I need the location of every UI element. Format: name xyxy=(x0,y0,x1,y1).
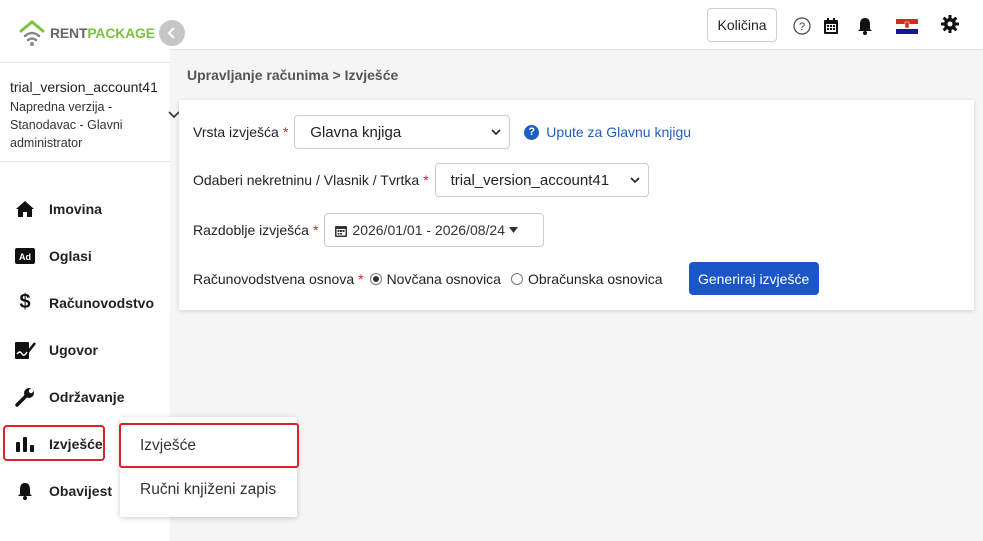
accounting-basis-row: Računovodstvena osnova * Novčana osnovic… xyxy=(193,262,819,295)
required-mark: * xyxy=(423,172,429,188)
caret-down-icon xyxy=(508,227,518,233)
property-label: Odaberi nekretninu / Vlasnik / Tvrtka xyxy=(193,172,420,188)
required-mark: * xyxy=(282,124,289,140)
help-link[interactable]: ? Upute za Glavnu knjigu xyxy=(524,124,691,140)
chevron-left-icon xyxy=(167,27,175,39)
period-label: Razdoblje izvješća xyxy=(193,222,309,238)
account-name: trial_version_account41 xyxy=(10,79,158,95)
bell-icon[interactable] xyxy=(856,17,874,35)
question-circle-icon: ? xyxy=(524,124,540,140)
property-select[interactable]: trial_version_account41 xyxy=(434,163,649,197)
report-type-value: Glavna knjiga xyxy=(310,123,402,141)
required-mark: * xyxy=(358,270,364,287)
sidebar-item-label: Imovina xyxy=(49,200,102,217)
quantity-button[interactable]: Količina xyxy=(707,8,777,42)
bar-chart-icon xyxy=(14,433,36,455)
generate-report-button[interactable]: Generiraj izvješće xyxy=(688,262,819,295)
croatian-flag-icon[interactable] xyxy=(896,17,918,35)
dollar-icon: $ xyxy=(19,291,31,313)
accrual-basis-label[interactable]: Obračunska osnovica xyxy=(528,271,663,287)
sidebar-item-label: Izvješće xyxy=(49,435,103,452)
sidebar-item-imovina[interactable]: Imovina xyxy=(0,185,170,232)
cash-basis-radio[interactable] xyxy=(369,272,382,285)
report-submenu: Izvješće Ručni knjiženi zapis xyxy=(119,417,299,517)
brand-part2: PACKAGE xyxy=(87,25,155,41)
accrual-basis-radio[interactable] xyxy=(510,272,523,285)
period-value: 2026/01/01 - 2026/08/24 xyxy=(352,222,505,238)
basis-label: Računovodstvena osnova xyxy=(193,270,355,287)
svg-text:?: ? xyxy=(799,21,805,33)
chevron-down-icon xyxy=(630,177,640,184)
home-icon xyxy=(14,198,36,220)
help-link-text: Upute za Glavnu knjigu xyxy=(546,124,692,140)
calendar-icon xyxy=(335,225,348,237)
period-row: Razdoblje izvješća * 2026/01/01 - 2026/0… xyxy=(193,213,545,247)
sidebar-item-racunovodstvo[interactable]: $ Računovodstvo xyxy=(0,279,170,326)
period-date-range-input[interactable]: 2026/01/01 - 2026/08/24 xyxy=(324,213,545,247)
wrench-icon xyxy=(14,386,36,408)
sidebar-item-label: Obavijest xyxy=(49,482,113,499)
sidebar-item-oglasi[interactable]: Ad Oglasi xyxy=(0,232,170,279)
cash-basis-label[interactable]: Novčana osnovica xyxy=(387,271,501,287)
submenu-item-izvjesce[interactable]: Izvješće xyxy=(119,423,299,468)
logo-wifi-house-icon xyxy=(18,19,46,47)
svg-text:Ad: Ad xyxy=(19,252,31,262)
chevron-down-icon[interactable] xyxy=(168,107,180,119)
help-icon[interactable]: ? xyxy=(793,17,811,35)
gear-icon[interactable] xyxy=(941,15,959,33)
sidebar-item-label: Ugovor xyxy=(49,341,98,358)
calendar-icon[interactable] xyxy=(822,17,840,35)
report-type-select[interactable]: Glavna knjiga xyxy=(294,115,511,149)
report-type-label: Vrsta izvješća xyxy=(193,124,279,140)
report-form-card: Vrsta izvješća * Glavna knjiga ? Upute z… xyxy=(179,100,974,310)
chevron-down-icon xyxy=(491,129,501,136)
submenu-item-rucni-knjizeni-zapis[interactable]: Ručni knjiženi zapis xyxy=(120,467,297,513)
sidebar-item-odrzavanje[interactable]: Održavanje xyxy=(0,373,170,420)
required-mark: * xyxy=(312,222,319,238)
property-value: trial_version_account41 xyxy=(450,171,610,189)
sidebar-item-label: Oglasi xyxy=(49,247,92,264)
sidebar-item-label: Održavanje xyxy=(49,388,125,405)
ad-icon: Ad xyxy=(14,245,36,267)
account-description: Napredna verzija - Stanodavac - Glavni a… xyxy=(10,100,123,150)
collapse-sidebar-button[interactable] xyxy=(159,20,185,46)
sidebar-item-ugovor[interactable]: Ugovor xyxy=(0,326,170,373)
signature-icon xyxy=(14,339,36,361)
report-type-row: Vrsta izvješća * Glavna knjiga ? Upute z… xyxy=(193,115,691,149)
bell-icon xyxy=(14,480,36,502)
brand-part1: RENT xyxy=(50,25,88,41)
brand-name: RENTPACKAGE xyxy=(50,25,155,41)
property-row: Odaberi nekretninu / Vlasnik / Tvrtka * … xyxy=(193,163,649,197)
account-switcher[interactable]: trial_version_account41 Napredna verzija… xyxy=(0,62,180,162)
sidebar-item-label: Računovodstvo xyxy=(49,294,155,311)
logo[interactable]: RENTPACKAGE xyxy=(18,18,155,48)
breadcrumb: Upravljanje računima > Izvješće xyxy=(187,67,399,83)
top-bar: Količina ? xyxy=(170,0,983,50)
